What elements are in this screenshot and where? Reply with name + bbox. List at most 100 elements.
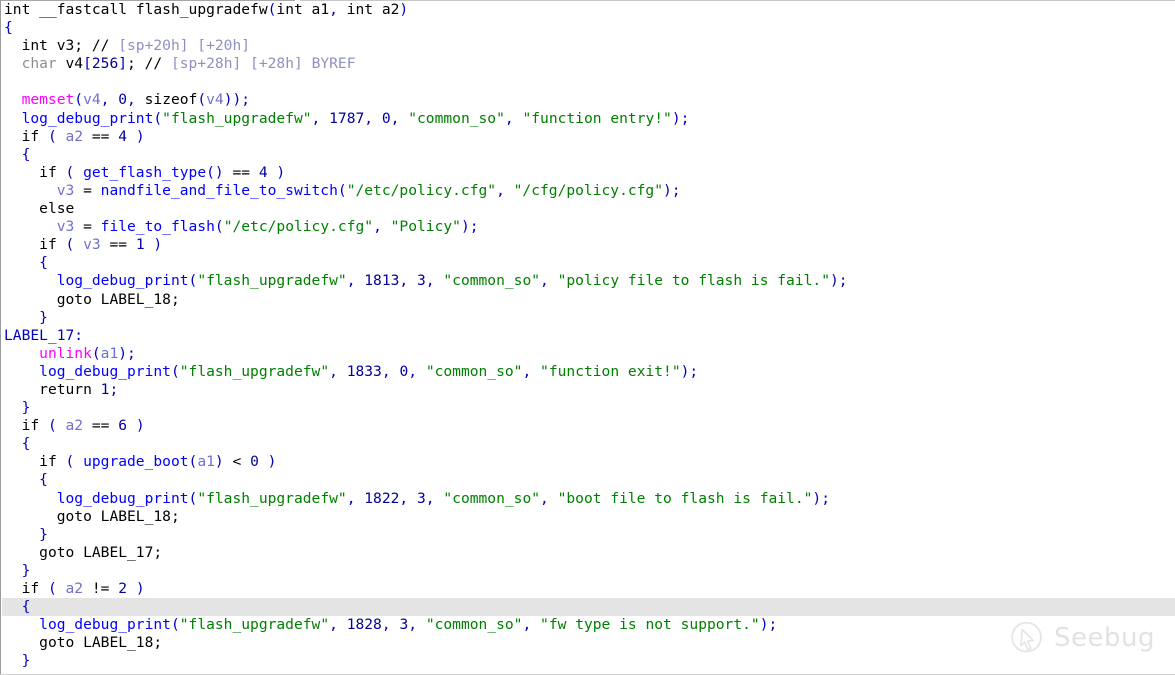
code-token-punct: ) bbox=[127, 580, 145, 597]
code-token-num: 0 bbox=[399, 362, 409, 380]
code-token-kw: else bbox=[39, 200, 75, 218]
code-line[interactable]: } bbox=[2, 309, 1175, 327]
code-line[interactable]: log_debug_print("flash_upgradefw", 1822,… bbox=[2, 490, 1175, 508]
code-token-num: 1828 bbox=[346, 616, 382, 634]
code-token-num: 256 bbox=[91, 55, 119, 73]
code-line[interactable]: { bbox=[2, 471, 1175, 489]
code-line[interactable]: char v4[256]; // [sp+28h] [+28h] BYREF bbox=[2, 55, 1175, 73]
code-line[interactable]: if ( a2 == 6 ) bbox=[2, 417, 1175, 435]
code-token-cmtm: // bbox=[91, 37, 119, 55]
code-token-fn: nandfile_and_file_to_switch bbox=[100, 181, 338, 199]
code-line[interactable]: if ( a2 != 2 ) bbox=[2, 580, 1175, 598]
code-token-num: 6 bbox=[118, 417, 128, 435]
code-line[interactable]: log_debug_print("flash_upgradefw", 1787,… bbox=[2, 110, 1175, 128]
code-line[interactable]: { bbox=[2, 146, 1175, 164]
code-token-def: v4 bbox=[56, 55, 84, 73]
code-line[interactable]: { bbox=[2, 19, 1175, 37]
code-token-punct: ( bbox=[47, 580, 66, 597]
code-token-def: < bbox=[223, 453, 251, 471]
code-token-punct: , bbox=[496, 181, 514, 199]
code-token-fn: upgrade_boot bbox=[83, 453, 189, 471]
code-token-num: 3 bbox=[417, 489, 426, 507]
code-line[interactable]: { bbox=[2, 435, 1175, 453]
code-token-punct: ) bbox=[214, 453, 224, 471]
code-line[interactable]: log_debug_print("flash_upgradefw", 1833,… bbox=[2, 363, 1175, 381]
code-line[interactable]: LABEL_17: bbox=[2, 327, 1175, 345]
code-line[interactable]: memset(v4, 0, sizeof(v4)); bbox=[2, 91, 1175, 109]
code-line[interactable]: v3 = nandfile_and_file_to_switch("/etc/p… bbox=[2, 182, 1175, 200]
code-line[interactable]: } bbox=[2, 652, 1175, 670]
code-token-def: != bbox=[83, 580, 119, 597]
code-token-punct: ( bbox=[170, 616, 180, 634]
code-token-var: v3 bbox=[56, 218, 75, 236]
code-token-punct: , bbox=[522, 362, 541, 380]
code-token-fn: log_debug_print bbox=[39, 362, 171, 380]
code-line[interactable] bbox=[2, 73, 1175, 91]
code-line[interactable]: } bbox=[2, 562, 1175, 580]
code-token-punct: ); bbox=[460, 218, 479, 236]
code-token-punct: ( bbox=[337, 181, 347, 199]
code-line[interactable]: if ( get_flash_type() == 4 ) bbox=[2, 164, 1175, 182]
code-token-punct: ); bbox=[118, 344, 136, 362]
code-line[interactable]: } bbox=[2, 399, 1175, 417]
code-line[interactable]: unlink(a1); bbox=[2, 345, 1175, 363]
code-token-kw: if bbox=[39, 163, 66, 181]
code-token-punct: , bbox=[522, 616, 541, 634]
code-token-punct: , bbox=[540, 489, 558, 507]
code-line[interactable]: return 1; bbox=[2, 381, 1175, 399]
code-token-punct: { bbox=[21, 598, 31, 616]
code-line[interactable]: } bbox=[2, 526, 1175, 544]
code-token-num: 1822 bbox=[364, 489, 400, 507]
code-line[interactable]: goto LABEL_18; bbox=[2, 634, 1175, 652]
code-token-kw: return bbox=[39, 380, 101, 398]
code-line[interactable]: { bbox=[2, 254, 1175, 272]
code-token-var: v4 bbox=[206, 91, 224, 109]
code-token-num: 1787 bbox=[329, 109, 365, 127]
code-line[interactable]: log_debug_print("flash_upgradefw", 1813,… bbox=[2, 272, 1175, 290]
code-line[interactable]: if ( upgrade_boot(a1) < 0 ) bbox=[2, 453, 1175, 471]
code-line[interactable]: v3 = file_to_flash("/etc/policy.cfg", "P… bbox=[2, 218, 1175, 236]
code-token-num: 4 bbox=[258, 163, 268, 181]
code-token-punct: , bbox=[364, 109, 382, 127]
pseudocode-listing[interactable]: int __fastcall flash_upgradefw (int a1, i… bbox=[2, 1, 1175, 675]
code-line[interactable]: goto LABEL_17; bbox=[2, 544, 1175, 562]
code-line[interactable]: log_debug_print("flash_upgradefw", 1828,… bbox=[2, 616, 1175, 634]
code-token-num: 1 bbox=[135, 236, 145, 254]
code-token-def: int a1 bbox=[276, 1, 330, 18]
code-line[interactable]: if ( v3 == 1 ) bbox=[2, 236, 1175, 254]
code-line[interactable]: goto LABEL_18; bbox=[2, 508, 1175, 526]
code-token-punct: ) bbox=[258, 453, 277, 471]
code-token-def: LABEL_18; bbox=[100, 290, 180, 308]
code-line[interactable]: goto LABEL_18; bbox=[2, 291, 1175, 309]
code-token-punct: ) bbox=[144, 236, 163, 254]
code-token-punct: { bbox=[4, 19, 13, 37]
code-line[interactable]: { bbox=[2, 598, 1175, 617]
code-token-def: ; bbox=[127, 55, 145, 73]
code-token-punct: ); bbox=[680, 362, 699, 380]
code-line[interactable]: int v3; // [sp+20h] [+20h] bbox=[2, 37, 1175, 55]
code-token-punct: , bbox=[100, 91, 119, 109]
code-token-num: 4 bbox=[118, 127, 128, 145]
code-token-fn: get_flash_type bbox=[83, 163, 207, 181]
code-token-punct: , bbox=[311, 109, 330, 127]
code-token-kw: if bbox=[39, 236, 66, 254]
code-line[interactable]: int __fastcall flash_upgradefw(int a1, i… bbox=[2, 1, 1175, 19]
code-token-def: int bbox=[4, 1, 40, 18]
code-token-punct: { bbox=[21, 435, 31, 453]
code-line[interactable]: if ( a2 == 4 ) bbox=[2, 128, 1175, 146]
code-token-punct: ( bbox=[197, 91, 207, 109]
code-token-num: 0 bbox=[381, 109, 391, 127]
code-token-str: "function exit!" bbox=[540, 362, 681, 380]
code-line[interactable]: else bbox=[2, 200, 1175, 218]
code-token-punct: } bbox=[39, 308, 48, 326]
code-token-kw: goto bbox=[56, 507, 101, 525]
